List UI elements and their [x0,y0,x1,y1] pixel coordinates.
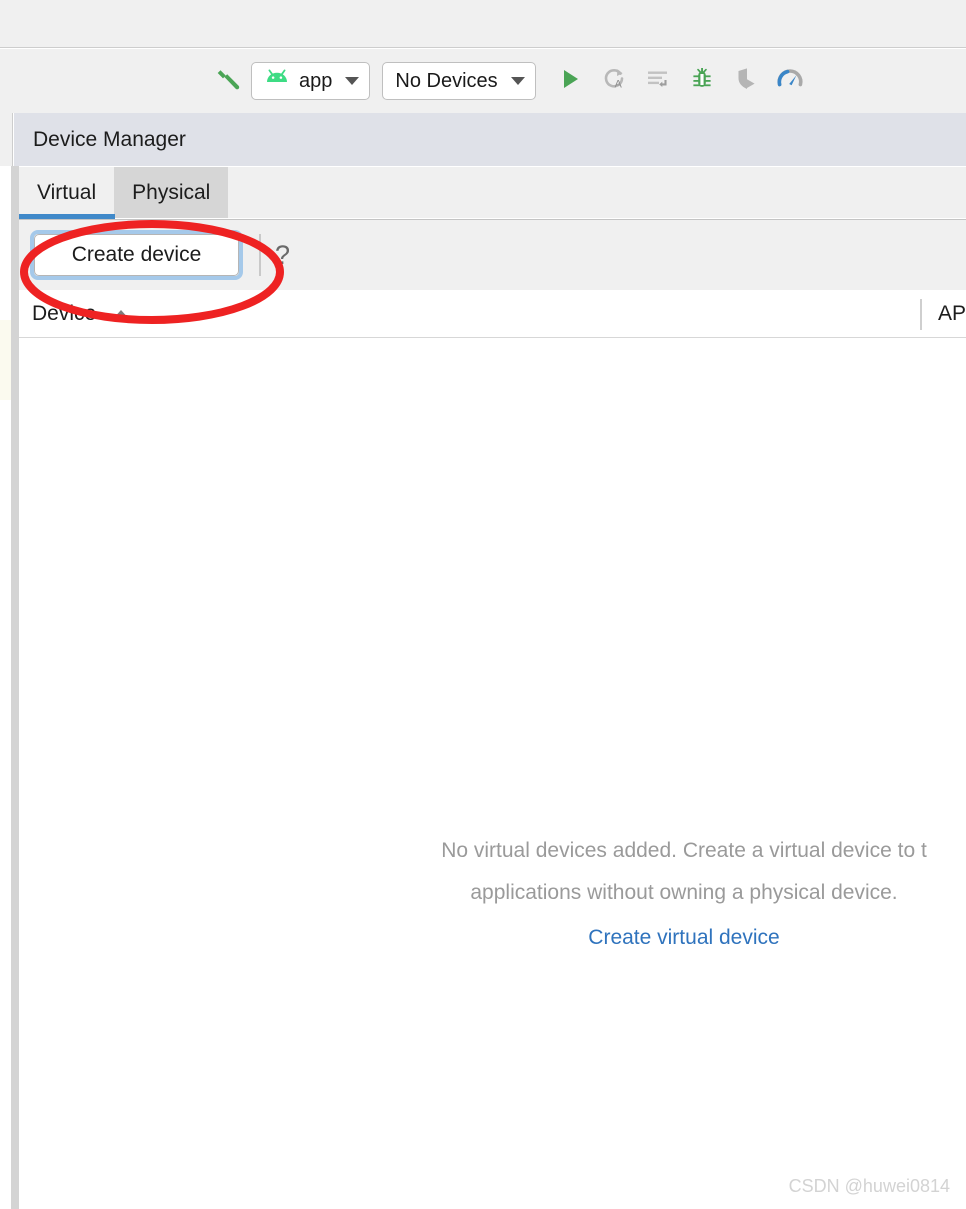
tool-window-left-gutter-top [0,113,13,168]
question-mark-icon[interactable]: ? [275,241,290,269]
column-header-device-label: Device [32,302,97,325]
profiler-shield-icon [732,65,760,98]
device-manager-action-bar: Create device ? [19,220,966,290]
android-head-icon [264,69,290,93]
window-top-strip [0,0,966,48]
device-manager-tabs: Virtual Physical [19,167,966,218]
device-selector-label: No Devices [395,69,498,92]
editor-gutter-highlight [0,320,11,400]
tab-virtual[interactable]: Virtual [19,167,114,218]
tool-window-divider[interactable] [11,166,19,1209]
toolbar-left-spacer [0,81,207,82]
build-button[interactable] [207,59,251,103]
column-header-api[interactable]: AP [922,302,966,326]
device-selector[interactable]: No Devices [382,62,536,100]
watermark: CSDN @huwei0814 [788,1176,950,1196]
profiler-button[interactable] [768,59,812,103]
run-configuration-selector[interactable]: app [251,62,371,100]
hammer-icon [214,64,244,99]
play-icon [557,66,583,97]
device-table-body [19,338,966,1209]
apply-changes-restart-icon: A [600,65,628,98]
sort-ascending-icon [112,310,131,320]
page-title: Device Manager [33,127,186,151]
column-header-device[interactable]: Device [19,302,920,326]
run-with-profiler-button [724,59,768,103]
create-device-button[interactable]: Create device [34,234,239,276]
device-manager-header: Device Manager [14,113,966,166]
debug-button[interactable] [680,59,724,103]
bug-icon [688,65,716,98]
apply-code-changes-icon [644,65,672,98]
apply-changes-and-restart-activity-button: A [592,59,636,103]
run-configuration-label: app [299,69,333,92]
main-toolbar: app No Devices A [0,49,966,113]
create-device-button-focus-ring: Create device [30,230,243,280]
chevron-down-icon [510,77,525,85]
tab-physical[interactable]: Physical [114,167,229,218]
device-table-header: Device AP [19,291,966,338]
apply-code-changes-button [636,59,680,103]
svg-text:A: A [614,78,622,90]
chevron-down-icon [345,77,360,85]
tab-virtual-label: Virtual [37,180,97,204]
profiler-gauge-icon [776,65,804,98]
tab-physical-label: Physical [132,180,211,204]
run-button[interactable] [548,59,592,103]
toolbar-separator [259,234,261,276]
